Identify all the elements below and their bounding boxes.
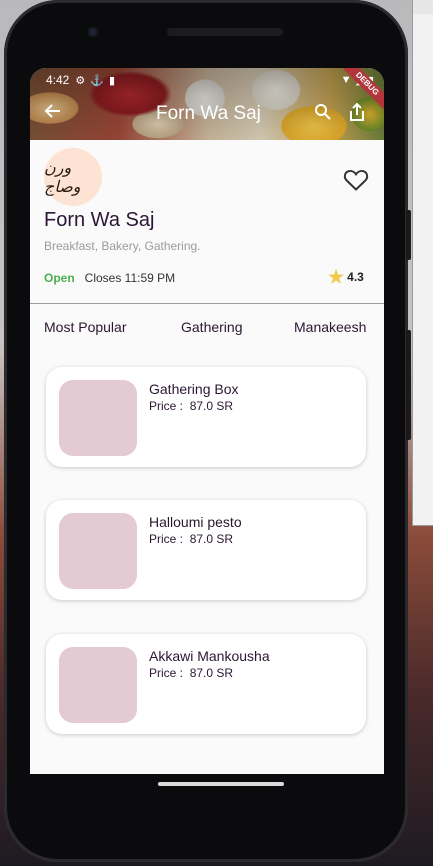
status-time: 4:42 — [46, 73, 70, 87]
menu-item-image — [59, 513, 137, 589]
earpiece-speaker — [167, 28, 283, 36]
price-label: Price : — [149, 666, 184, 680]
header-food-image: 4:42 ⚙ ⚓ ▮ ▼ ◢ ▮ DEBUG Forn Wa Saj — [30, 68, 384, 140]
price-value: 87.0 SR — [189, 532, 234, 546]
sd-card-status-icon: ▮ — [108, 74, 115, 87]
menu-item-name: Gathering Box — [149, 381, 239, 397]
price-value: 87.0 SR — [189, 399, 234, 413]
menu-item-name: Halloumi pesto — [149, 514, 242, 530]
volume-button — [406, 330, 411, 440]
category-tabs: Most Popular Gathering Manakeesh — [30, 319, 384, 341]
menu-item-price: Price : 87.0 SR — [149, 399, 233, 413]
front-camera — [87, 26, 99, 38]
settings-status-icon: ⚙ — [75, 74, 86, 87]
restaurant-name: Forn Wa Saj — [44, 209, 155, 231]
menu-item-price: Price : 87.0 SR — [149, 666, 233, 680]
menu-item-card[interactable]: Halloumi pesto Price : 87.0 SR — [46, 500, 366, 600]
share-icon[interactable] — [348, 102, 366, 127]
rating-value: 4.3 — [347, 270, 364, 284]
closing-time: Closes 11:59 PM — [84, 271, 176, 285]
restaurant-categories: Breakfast, Bakery, Gathering. — [44, 239, 201, 253]
back-arrow-icon[interactable] — [44, 102, 62, 126]
power-button — [406, 210, 411, 260]
menu-item-card[interactable]: Gathering Box Price : 87.0 SR — [46, 367, 366, 467]
background-window — [412, 0, 433, 526]
menu-item-image — [59, 647, 137, 723]
app-screen: 4:42 ⚙ ⚓ ▮ ▼ ◢ ▮ DEBUG Forn Wa Saj ورن و… — [30, 68, 384, 774]
tab-most-popular[interactable]: Most Popular — [44, 319, 126, 335]
price-label: Price : — [149, 399, 184, 413]
rating-badge: ★ 4.3 — [328, 267, 364, 287]
gesture-nav-bar[interactable] — [158, 782, 284, 786]
section-divider — [30, 303, 384, 304]
tab-manakeesh[interactable]: Manakeesh — [294, 319, 366, 335]
menu-item-image — [59, 380, 137, 456]
open-status-label: Open — [44, 271, 75, 285]
menu-item-price: Price : 87.0 SR — [149, 532, 233, 546]
star-icon: ★ — [328, 267, 345, 287]
background-window-titlebar — [413, 0, 433, 14]
price-label: Price : — [149, 532, 184, 546]
tab-gathering[interactable]: Gathering — [181, 319, 242, 335]
menu-item-name: Akkawi Mankousha — [149, 648, 270, 664]
search-icon[interactable] — [314, 103, 332, 126]
usb-status-icon: ⚓ — [90, 74, 104, 87]
status-bar: 4:42 ⚙ ⚓ ▮ ▼ ◢ ▮ — [46, 72, 374, 88]
app-bar-title: Forn Wa Saj — [156, 103, 261, 124]
restaurant-logo: ورن وصاج — [44, 148, 102, 206]
menu-item-card[interactable]: Akkawi Mankousha Price : 87.0 SR — [46, 634, 366, 734]
price-value: 87.0 SR — [189, 666, 234, 680]
opening-status: Open Closes 11:59 PM — [44, 271, 175, 285]
favorite-heart-icon[interactable] — [343, 168, 369, 192]
app-bar: Forn Wa Saj — [30, 98, 384, 130]
